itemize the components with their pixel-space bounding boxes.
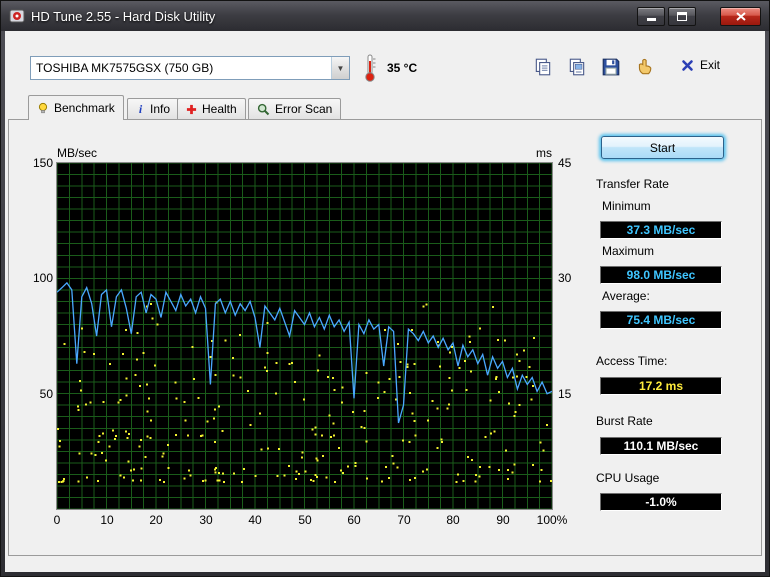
hand-icon[interactable] xyxy=(635,57,655,77)
benchmark-plot xyxy=(56,162,553,510)
health-plus-icon xyxy=(186,104,197,114)
temperature-label: 35 °C xyxy=(387,61,418,75)
save-icon[interactable] xyxy=(601,57,621,77)
close-button[interactable] xyxy=(720,6,761,26)
combo-dropdown-arrow-icon[interactable]: ▼ xyxy=(331,57,349,79)
burst-rate-label: Burst Rate xyxy=(596,414,653,428)
average-label: Average: xyxy=(602,289,650,303)
window-title: HD Tune 2.55 - Hard Disk Utility xyxy=(31,8,216,24)
exit-x-icon xyxy=(682,59,693,71)
tab-benchmark-label: Benchmark xyxy=(54,101,115,115)
tab-health[interactable]: Health xyxy=(177,98,246,119)
maximize-icon xyxy=(677,11,687,21)
access-time-label: Access Time: xyxy=(596,354,668,368)
burst-rate-value: 110.1 MB/sec xyxy=(600,437,722,455)
tab-info[interactable]: i Info xyxy=(127,98,180,119)
close-icon xyxy=(735,11,746,21)
cpu-usage-value: -1.0% xyxy=(600,493,722,511)
tab-error-scan-label: Error Scan xyxy=(275,102,333,116)
tab-error-scan[interactable]: Error Scan xyxy=(248,98,342,119)
info-icon: i xyxy=(139,103,143,115)
transfer-rate-heading: Transfer Rate xyxy=(596,177,669,191)
cpu-usage-label: CPU Usage xyxy=(596,471,660,485)
minimize-icon xyxy=(646,18,656,21)
minimize-button[interactable] xyxy=(637,6,665,26)
app-icon[interactable] xyxy=(9,8,25,24)
client-area: TOSHIBA MK7575GSX (750 GB) ▼ 35 °C Exit … xyxy=(5,31,765,572)
copy-text-icon[interactable] xyxy=(533,57,553,77)
magnifier-icon xyxy=(257,103,270,115)
drive-select-value: TOSHIBA MK7575GSX (750 GB) xyxy=(36,61,214,75)
benchmark-icon xyxy=(38,102,48,114)
thermometer-icon xyxy=(363,53,377,86)
benchmark-chart xyxy=(56,162,553,510)
titlebar[interactable]: HD Tune 2.55 - Hard Disk Utility xyxy=(1,1,769,31)
tab-health-label: Health xyxy=(202,102,237,116)
copy-image-icon[interactable] xyxy=(567,57,587,77)
maximum-value: 98.0 MB/sec xyxy=(600,266,722,284)
svg-text:i: i xyxy=(139,103,143,115)
access-time-value: 17.2 ms xyxy=(600,377,722,395)
drive-select[interactable]: TOSHIBA MK7575GSX (750 GB) ▼ xyxy=(30,56,350,80)
start-button[interactable]: Start xyxy=(601,136,724,159)
tab-info-label: Info xyxy=(150,102,171,116)
maximize-button[interactable] xyxy=(668,6,696,26)
exit-label: Exit xyxy=(700,58,721,72)
exit-button[interactable]: Exit xyxy=(681,58,720,72)
maximum-label: Maximum xyxy=(602,244,655,258)
minimum-value: 37.3 MB/sec xyxy=(600,221,722,239)
app-window: HD Tune 2.55 - Hard Disk Utility TOSHIBA… xyxy=(0,0,770,577)
average-value: 75.4 MB/sec xyxy=(600,311,722,329)
tab-benchmark[interactable]: Benchmark xyxy=(28,95,124,120)
minimum-label: Minimum xyxy=(602,199,651,213)
